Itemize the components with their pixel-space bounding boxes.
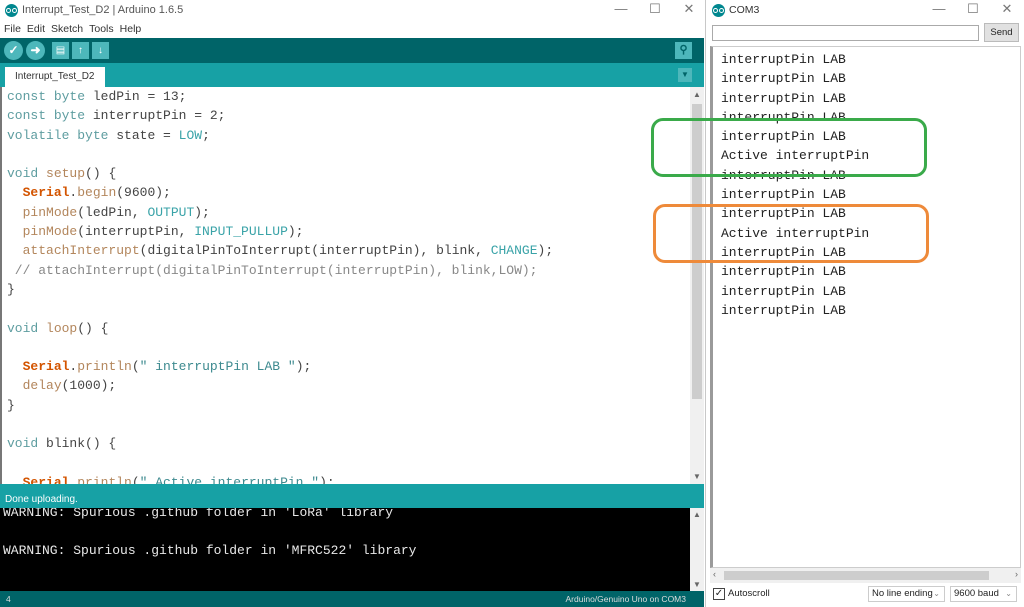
serial-output-line: interruptPin LAB: [721, 52, 846, 67]
serial-send-input[interactable]: [712, 25, 979, 41]
line-ending-select[interactable]: No line ending ⌄: [868, 586, 945, 602]
serial-output-line: interruptPin LAB: [721, 283, 846, 299]
minimize-button[interactable]: —: [922, 0, 956, 20]
code-line[interactable]: void loop() {: [2, 319, 690, 338]
code-line[interactable]: Serial.println(" interruptPin LAB ");: [2, 357, 690, 376]
autoscroll-checkbox[interactable]: ✓: [713, 588, 725, 600]
scroll-down-icon[interactable]: ▼: [690, 472, 704, 481]
serial-output-line: interruptPin LAB: [721, 206, 846, 222]
code-line[interactable]: Serial.println(" Active interruptPin ");: [2, 473, 690, 484]
scroll-left-icon[interactable]: ‹: [713, 569, 716, 579]
close-button[interactable]: ✕: [672, 0, 706, 20]
code-line[interactable]: [2, 338, 690, 357]
arduino-logo-icon: [712, 3, 725, 17]
baud-rate-value: 9600 baud: [954, 588, 999, 599]
code-line[interactable]: void setup() {: [2, 164, 690, 183]
save-button[interactable]: ↓: [92, 42, 109, 59]
serial-h-scrollbar[interactable]: ‹ ›: [710, 568, 1021, 583]
serial-monitor-window: COM3 — ☐ ✕ Send interruptPin LAB interrup…: [707, 0, 1024, 607]
minimize-button[interactable]: —: [604, 0, 638, 20]
serial-output-line: interruptPin LAB: [721, 129, 846, 145]
window-title: Interrupt_Test_D2 | Arduino 1.6.5: [22, 4, 184, 16]
board-info: Arduino/Genuino Uno on COM3: [565, 594, 687, 604]
scroll-up-icon[interactable]: ▲: [690, 90, 704, 99]
code-line[interactable]: // attachInterrupt(digitalPinToInterrupt…: [2, 261, 690, 280]
serial-output-line: interruptPin LAB: [721, 109, 846, 125]
serial-output-line: interruptPin LAB: [721, 90, 846, 106]
serial-h-scroll-thumb[interactable]: [724, 571, 989, 580]
status-message: Done uploading.: [5, 494, 78, 505]
serial-output-line: interruptPin LAB: [721, 167, 846, 183]
editor-scrollbar[interactable]: ▲ ▼: [690, 87, 704, 484]
code-line[interactable]: volatile byte state = LOW;: [2, 126, 690, 145]
code-line[interactable]: [2, 299, 690, 318]
serial-output-line: interruptPin LAB: [721, 71, 846, 87]
arduino-ide-window: Interrupt_Test_D2 | Arduino 1.6.5 — ☐ ✕ …: [0, 0, 706, 607]
console-scrollbar[interactable]: ▲ ▼: [690, 508, 704, 591]
serial-output-line: Active interruptPin: [721, 225, 870, 241]
code-line[interactable]: }: [2, 280, 690, 299]
line-number: 4: [6, 594, 11, 604]
status-bar: Done uploading.: [0, 484, 704, 508]
scroll-right-icon[interactable]: ›: [1015, 569, 1018, 579]
serial-output: interruptPin LAB interruptPin LAB interrup…: [710, 46, 1021, 568]
upload-button[interactable]: ➜: [26, 41, 45, 60]
code-line[interactable]: pinMode(interruptPin, INPUT_PULLUP);: [2, 222, 690, 241]
ide-titlebar: Interrupt_Test_D2 | Arduino 1.6.5 — ☐ ✕: [0, 0, 706, 20]
editor-scroll-thumb[interactable]: [692, 104, 702, 399]
code-line[interactable]: [2, 415, 690, 434]
serial-titlebar: COM3 — ☐ ✕: [707, 0, 1024, 20]
menu-file[interactable]: File: [4, 20, 21, 38]
serial-output-line: interruptPin LAB: [721, 187, 846, 203]
serial-output-line: interruptPin LAB: [721, 244, 846, 260]
code-line[interactable]: pinMode(ledPin, OUTPUT);: [2, 203, 690, 222]
send-button[interactable]: Send: [984, 23, 1019, 42]
menu-sketch[interactable]: Sketch: [51, 20, 83, 38]
line-ending-value: No line ending: [872, 588, 933, 599]
new-sketch-button[interactable]: ▤: [52, 42, 69, 59]
scroll-up-icon[interactable]: ▲: [690, 510, 704, 519]
bottom-bar: 4 Arduino/Genuino Uno on COM3: [0, 591, 704, 607]
serial-footer: ✓ Autoscroll No line ending ⌄ 9600 baud …: [707, 583, 1024, 607]
tab-bar: Interrupt_Test_D2 ▼: [0, 63, 704, 87]
maximize-button[interactable]: ☐: [956, 0, 990, 20]
tab-menu-button[interactable]: ▼: [678, 68, 692, 82]
serial-output-line: interruptPin LAB: [721, 302, 846, 318]
code-line[interactable]: [2, 145, 690, 164]
verify-button[interactable]: ✓: [4, 41, 23, 60]
code-editor[interactable]: const byte ledPin = 13; const byte interr…: [0, 87, 690, 484]
toolbar: ✓ ➜ ▤ ↑ ↓ ⚲: [0, 38, 704, 63]
baud-rate-select[interactable]: 9600 baud ⌄: [950, 586, 1017, 602]
menu-help[interactable]: Help: [120, 20, 142, 38]
serial-window-title: COM3: [729, 4, 760, 16]
maximize-button[interactable]: ☐: [638, 0, 672, 20]
close-button[interactable]: ✕: [990, 0, 1024, 20]
code-line[interactable]: }: [2, 396, 690, 415]
menu-bar: File Edit Sketch Tools Help: [0, 20, 706, 38]
tab-interrupt-test-d2[interactable]: Interrupt_Test_D2: [5, 67, 105, 87]
chevron-down-icon: ⌄: [933, 589, 940, 598]
code-line[interactable]: [2, 454, 690, 473]
menu-edit[interactable]: Edit: [27, 20, 45, 38]
scroll-down-icon[interactable]: ▼: [690, 580, 704, 589]
code-line[interactable]: Serial.begin(9600);: [2, 183, 690, 202]
console-line: WARNING: Spurious .github folder in 'MFR…: [3, 543, 417, 558]
chevron-down-icon: ⌄: [1005, 589, 1012, 598]
autoscroll-label: Autoscroll: [728, 588, 770, 599]
console-line: WARNING: Spurious .github folder in 'LoR…: [3, 508, 394, 520]
code-line[interactable]: void blink() {: [2, 434, 690, 453]
code-line[interactable]: attachInterrupt(digitalPinToInterrupt(in…: [2, 241, 690, 260]
serial-monitor-button[interactable]: ⚲: [675, 42, 692, 59]
code-line[interactable]: const byte ledPin = 13;: [2, 87, 690, 106]
menu-tools[interactable]: Tools: [89, 20, 114, 38]
open-button[interactable]: ↑: [72, 42, 89, 59]
serial-output-line: interruptPin LAB: [721, 264, 846, 280]
serial-output-line: Active interruptPin: [721, 148, 870, 164]
code-line[interactable]: const byte interruptPin = 2;: [2, 106, 690, 125]
code-line[interactable]: delay(1000);: [2, 376, 690, 395]
arduino-logo-icon: [5, 3, 18, 17]
console-output: WARNING: Spurious .github folder in 'LoR…: [0, 508, 690, 591]
